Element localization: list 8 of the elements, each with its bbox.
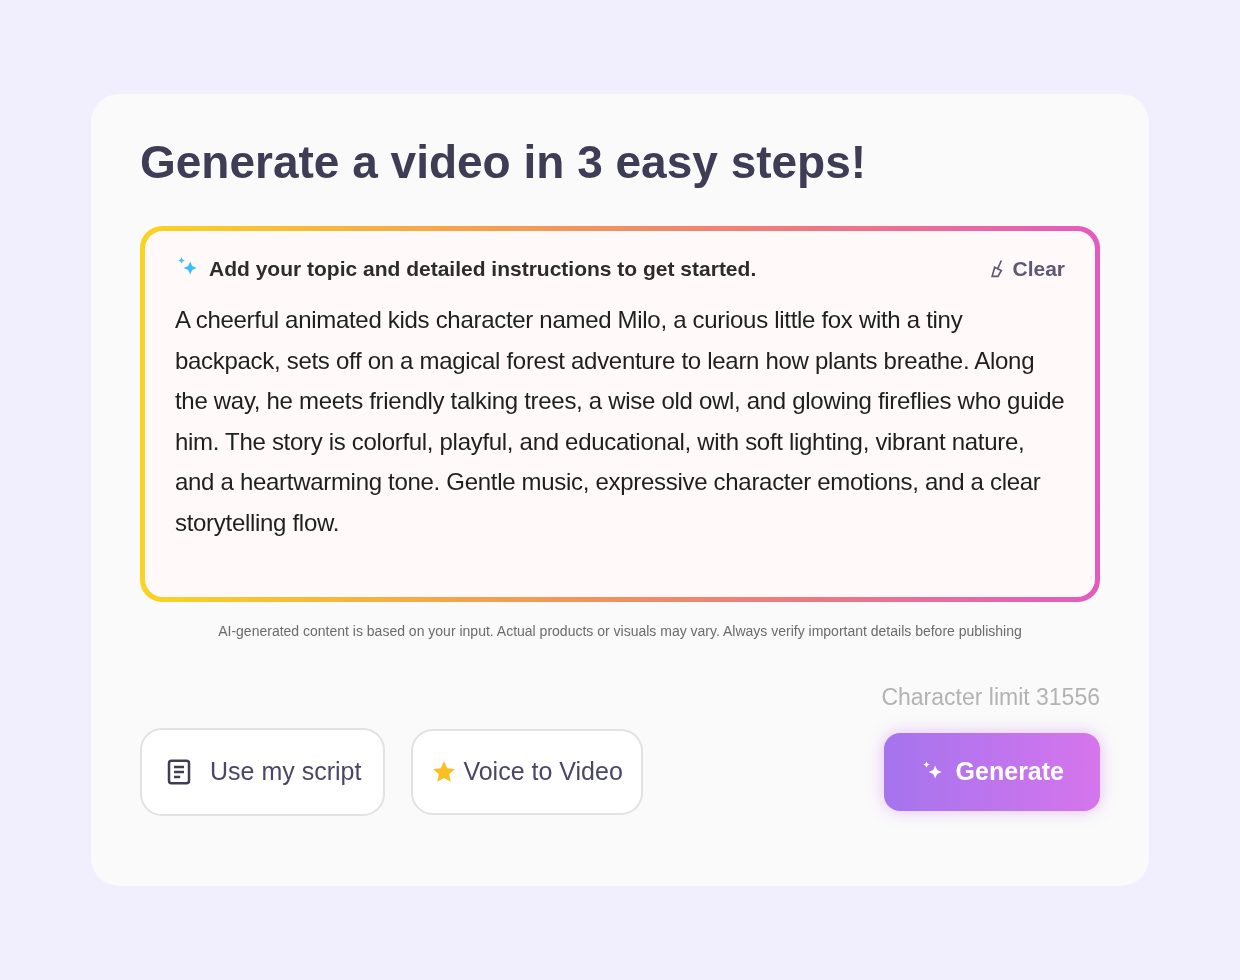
character-limit: Character limit 31556 (880, 682, 1100, 712)
use-script-button[interactable]: Use my script (140, 728, 386, 816)
page-title: Generate a video in 3 easy steps! (140, 135, 868, 190)
clear-button[interactable]: Clear (988, 252, 1065, 284)
prompt-label: Add your topic and detailed instructions to get started. (209, 255, 757, 282)
disclaimer-text: AI-generated content is based on your input. Actual products or visuals may vary. Always verify important details before publishing (217, 621, 1023, 641)
prompt-field[interactable]: A cheerful animated kids character named Milo, a curious little fox with a tiny backpack, sets off on a magical forest adventure to learn how plants breathe. Along the way, he meets friendly talking trees, a wise old owl, and glowing fireflies who guide him. The story is colorful, playful, and educational, with soft lighting, vibrant nature, and a heartwarming tone. Gentle music, expressive character emotions, and a clear storytelling flow. (175, 300, 1065, 543)
voice-to-video-button[interactable]: Voice to Video (411, 729, 643, 815)
